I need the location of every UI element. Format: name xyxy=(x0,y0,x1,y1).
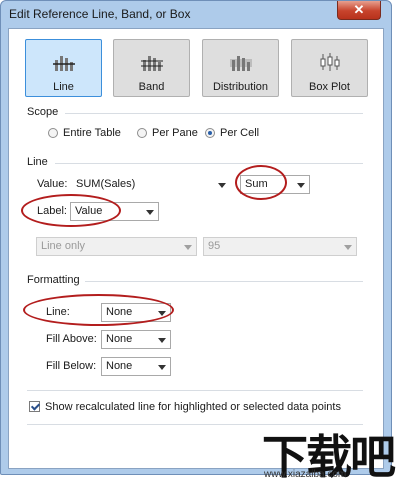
line-format-label: Line: xyxy=(46,306,70,318)
aggregation-dropdown[interactable]: Sum xyxy=(240,175,310,194)
fill-above-text: None xyxy=(106,333,133,345)
scope-option-entire-table[interactable]: Entire Table xyxy=(48,127,121,139)
ci-mode-dropdown[interactable]: Line only xyxy=(36,237,197,256)
divider xyxy=(55,163,363,164)
box-plot-icon xyxy=(320,53,339,71)
type-button-distribution[interactable]: Distribution xyxy=(202,39,279,97)
line-section-heading: Line xyxy=(27,156,48,168)
chevron-down-icon xyxy=(158,338,166,343)
band-chart-icon xyxy=(140,56,163,71)
ci-percent-text: 95 xyxy=(208,240,221,252)
line-format-text: None xyxy=(106,306,133,318)
formatting-heading: Formatting xyxy=(27,274,80,286)
window-title: Edit Reference Line, Band, or Box xyxy=(9,7,191,21)
scope-option-per-cell[interactable]: Per Cell xyxy=(205,127,259,139)
value-label: Value: xyxy=(37,178,68,190)
recalc-label: Show recalculated line for highlighted o… xyxy=(45,401,341,413)
label-dropdown[interactable]: Value xyxy=(70,202,159,221)
watermark-url: www.xiazaiba.com xyxy=(264,469,347,480)
dialog-client: Line Band Distribution Box Plot Scope En… xyxy=(8,28,384,469)
chevron-down-icon xyxy=(218,183,226,188)
chevron-down-icon xyxy=(158,365,166,370)
close-button[interactable]: ✕ xyxy=(337,1,381,20)
type-button-line[interactable]: Line xyxy=(25,39,102,97)
scope-option-label: Per Pane xyxy=(152,127,198,139)
divider xyxy=(65,113,363,114)
watermark: 下载吧 www.xiazaiba.com xyxy=(262,421,398,484)
type-button-label: Distribution xyxy=(212,81,269,93)
dialog-window: Edit Reference Line, Band, or Box ✕ Line… xyxy=(0,0,392,475)
chevron-down-icon xyxy=(158,311,166,316)
chevron-down-icon xyxy=(344,245,352,250)
type-button-band[interactable]: Band xyxy=(113,39,190,97)
fill-below-dropdown[interactable]: None xyxy=(101,357,171,376)
chevron-down-icon xyxy=(297,183,305,188)
type-button-label: Line xyxy=(53,81,74,93)
radio-icon xyxy=(137,128,147,138)
scope-heading: Scope xyxy=(27,106,59,118)
aggregation-text: Sum xyxy=(245,178,268,190)
recalc-checkbox[interactable] xyxy=(29,401,40,412)
value-field-text: SUM(Sales) xyxy=(76,178,136,190)
type-button-label: Box Plot xyxy=(309,81,350,93)
close-icon: ✕ xyxy=(353,2,365,17)
chevron-down-icon xyxy=(146,210,154,215)
fill-below-text: None xyxy=(106,360,133,372)
label-text: Value xyxy=(75,205,103,217)
ci-percent-dropdown[interactable]: 95 xyxy=(203,237,357,256)
type-button-box-plot[interactable]: Box Plot xyxy=(291,39,368,97)
fill-above-label: Fill Above: xyxy=(46,333,97,345)
value-field-dropdown[interactable]: SUM(Sales) xyxy=(71,175,231,194)
divider xyxy=(85,281,363,282)
distribution-chart-icon xyxy=(229,56,252,71)
line-chart-icon xyxy=(52,56,75,71)
divider xyxy=(27,390,363,391)
ci-mode-text: Line only xyxy=(41,240,86,252)
fill-above-dropdown[interactable]: None xyxy=(101,330,171,349)
line-format-dropdown[interactable]: None xyxy=(101,303,171,322)
title-bar[interactable]: Edit Reference Line, Band, or Box ✕ xyxy=(1,1,391,27)
chevron-down-icon xyxy=(184,245,192,250)
label-label: Label: xyxy=(37,205,67,217)
scope-option-label: Entire Table xyxy=(63,127,121,139)
fill-below-label: Fill Below: xyxy=(46,360,97,372)
radio-selected-icon xyxy=(205,128,215,138)
scope-option-label: Per Cell xyxy=(220,127,260,139)
radio-icon xyxy=(48,128,58,138)
type-button-label: Band xyxy=(138,81,165,93)
scope-option-per-pane[interactable]: Per Pane xyxy=(137,127,198,139)
